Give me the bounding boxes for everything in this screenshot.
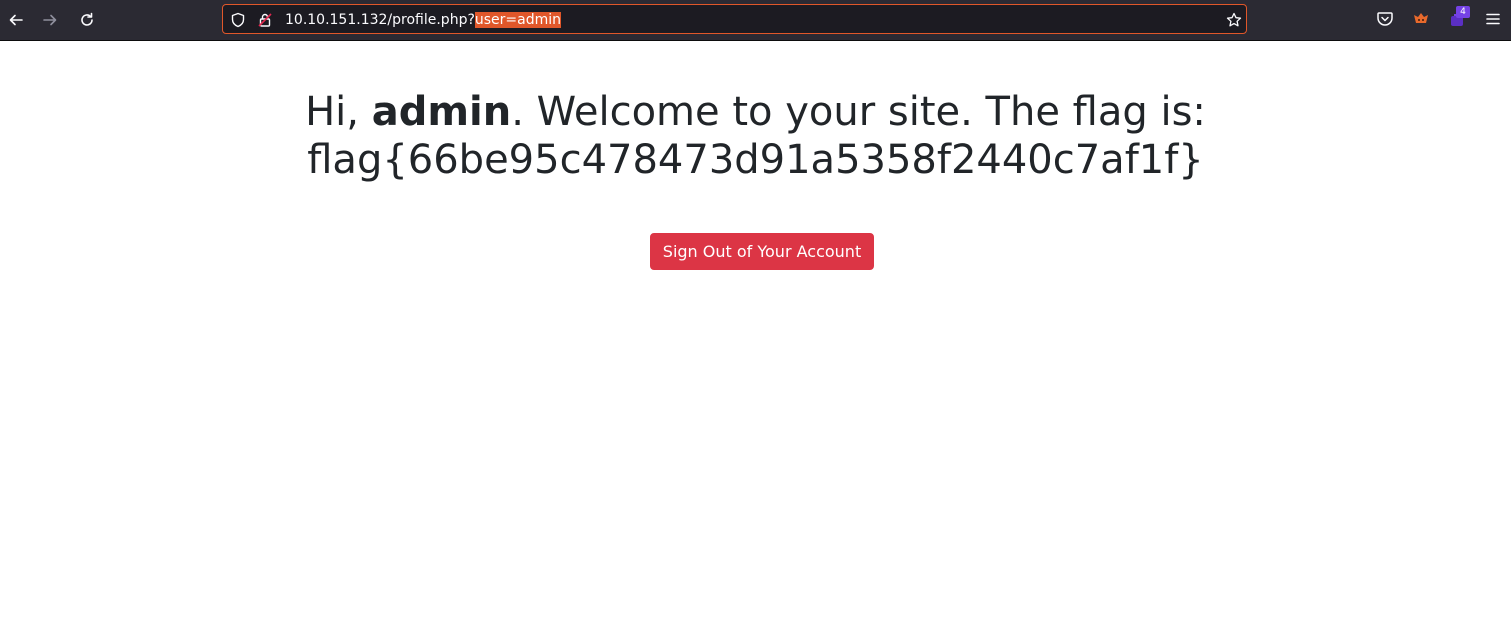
welcome-heading: Hi, admin. Welcome to your site. The fla… — [0, 88, 1511, 184]
forward-button[interactable] — [38, 8, 62, 32]
insecure-lock-icon[interactable] — [257, 12, 273, 28]
back-button[interactable] — [4, 8, 28, 32]
browser-toolbar: 10.10.151.132/profile.php?user=admin 4 — [0, 0, 1511, 41]
extension-badge: 4 — [1456, 6, 1470, 18]
arrow-left-icon — [9, 14, 23, 26]
bookmark-star-icon[interactable] — [1226, 12, 1242, 28]
page-content: Hi, admin. Welcome to your site. The fla… — [0, 41, 1511, 629]
reload-button[interactable] — [75, 8, 99, 32]
shield-icon[interactable] — [230, 12, 246, 28]
url-plain: 10.10.151.132/profile.php? — [285, 12, 475, 28]
arrow-right-icon — [43, 14, 57, 26]
sign-out-button[interactable]: Sign Out of Your Account — [650, 233, 874, 270]
reload-icon — [81, 12, 93, 26]
greeting-prefix: Hi, — [305, 89, 372, 135]
address-bar[interactable]: 10.10.151.132/profile.php?user=admin — [222, 4, 1247, 34]
url-text[interactable]: 10.10.151.132/profile.php?user=admin — [285, 12, 562, 28]
username: admin — [371, 89, 512, 135]
foxyproxy-icon[interactable] — [1411, 9, 1431, 29]
url-selection: user=admin — [474, 12, 562, 28]
hamburger-menu-icon[interactable] — [1483, 9, 1503, 29]
pocket-icon[interactable] — [1375, 9, 1395, 29]
flag-value: flag{66be95c478473d91a5358f2440c7af1f} — [307, 137, 1204, 183]
welcome-suffix: . Welcome to your site. The flag is: — [511, 89, 1206, 135]
